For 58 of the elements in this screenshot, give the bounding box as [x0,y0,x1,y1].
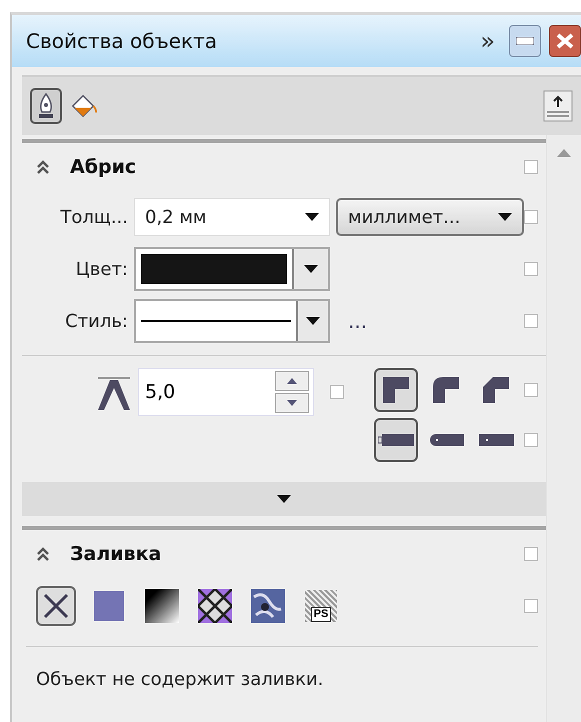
spin-up-icon[interactable] [287,378,297,384]
uniform-fill-icon [94,591,124,621]
line-cap-button[interactable] [374,418,418,462]
miter-limit-icon [96,376,132,412]
window-title: Свойства объекта [26,29,218,53]
close-icon [556,33,574,49]
spin-down-icon[interactable] [287,400,297,406]
miter-limit-spinbox[interactable]: 5,0 [138,368,314,416]
fill-type-button[interactable] [36,586,76,626]
lock-checkbox[interactable] [524,433,538,447]
collapse-icon[interactable] [36,546,50,562]
dropdown-arrow-icon [304,265,318,273]
fill-type-button[interactable] [248,586,288,626]
line-style-dropdown[interactable] [134,299,330,343]
square-cap-icon [478,432,514,448]
round-cap-icon [428,432,464,448]
units-dropdown[interactable]: миллимет... [336,198,524,236]
lock-checkbox[interactable] [524,262,538,276]
width-dropdown[interactable]: 0,2 мм [134,198,330,236]
lock-checkbox[interactable] [524,314,538,328]
round-join-icon [431,375,461,405]
butt-cap-icon [378,432,414,448]
dropdown-arrow-icon [498,213,512,221]
pattern-fill-icon [198,589,232,623]
field-label: Толщ... [59,206,129,228]
color-picker[interactable] [134,247,330,291]
solid-line-icon [141,320,291,322]
corner-button[interactable] [374,368,418,412]
lock-checkbox[interactable] [524,210,538,224]
dropdown-arrow-icon [306,317,320,325]
gradient-fill-icon [145,589,179,623]
pen-nib-icon [36,92,56,120]
section-title: Заливка [70,543,162,565]
bevel-join-icon [481,375,511,405]
fill-type-button[interactable] [142,586,182,626]
lock-checkbox[interactable] [524,160,538,174]
minimize-icon [516,37,534,45]
minimize-button[interactable] [509,25,541,57]
field-label: Стиль: [64,310,129,332]
dropdown-arrow-icon [305,213,319,221]
section-title: Абрис [70,156,138,178]
panel-options-icon[interactable] [543,90,573,122]
no-fill-icon [41,591,71,621]
miter-join-icon [381,375,411,405]
more-button[interactable]: ... [348,309,524,333]
fill-message: Объект не содержит заливки. [35,668,324,690]
fill-type-button[interactable] [195,586,235,626]
collapse-icon[interactable] [36,159,50,175]
field-label: Цвет: [74,258,129,280]
lock-checkbox[interactable] [524,599,538,613]
close-button[interactable] [549,25,581,57]
lock-checkbox[interactable] [524,547,538,561]
lock-checkbox[interactable] [330,385,344,399]
texture-fill-icon [251,589,285,623]
overflow-button[interactable]: » [480,27,495,55]
dropdown-arrow-icon [277,495,291,503]
lock-checkbox[interactable] [524,383,538,397]
property-tab[interactable] [30,88,62,124]
